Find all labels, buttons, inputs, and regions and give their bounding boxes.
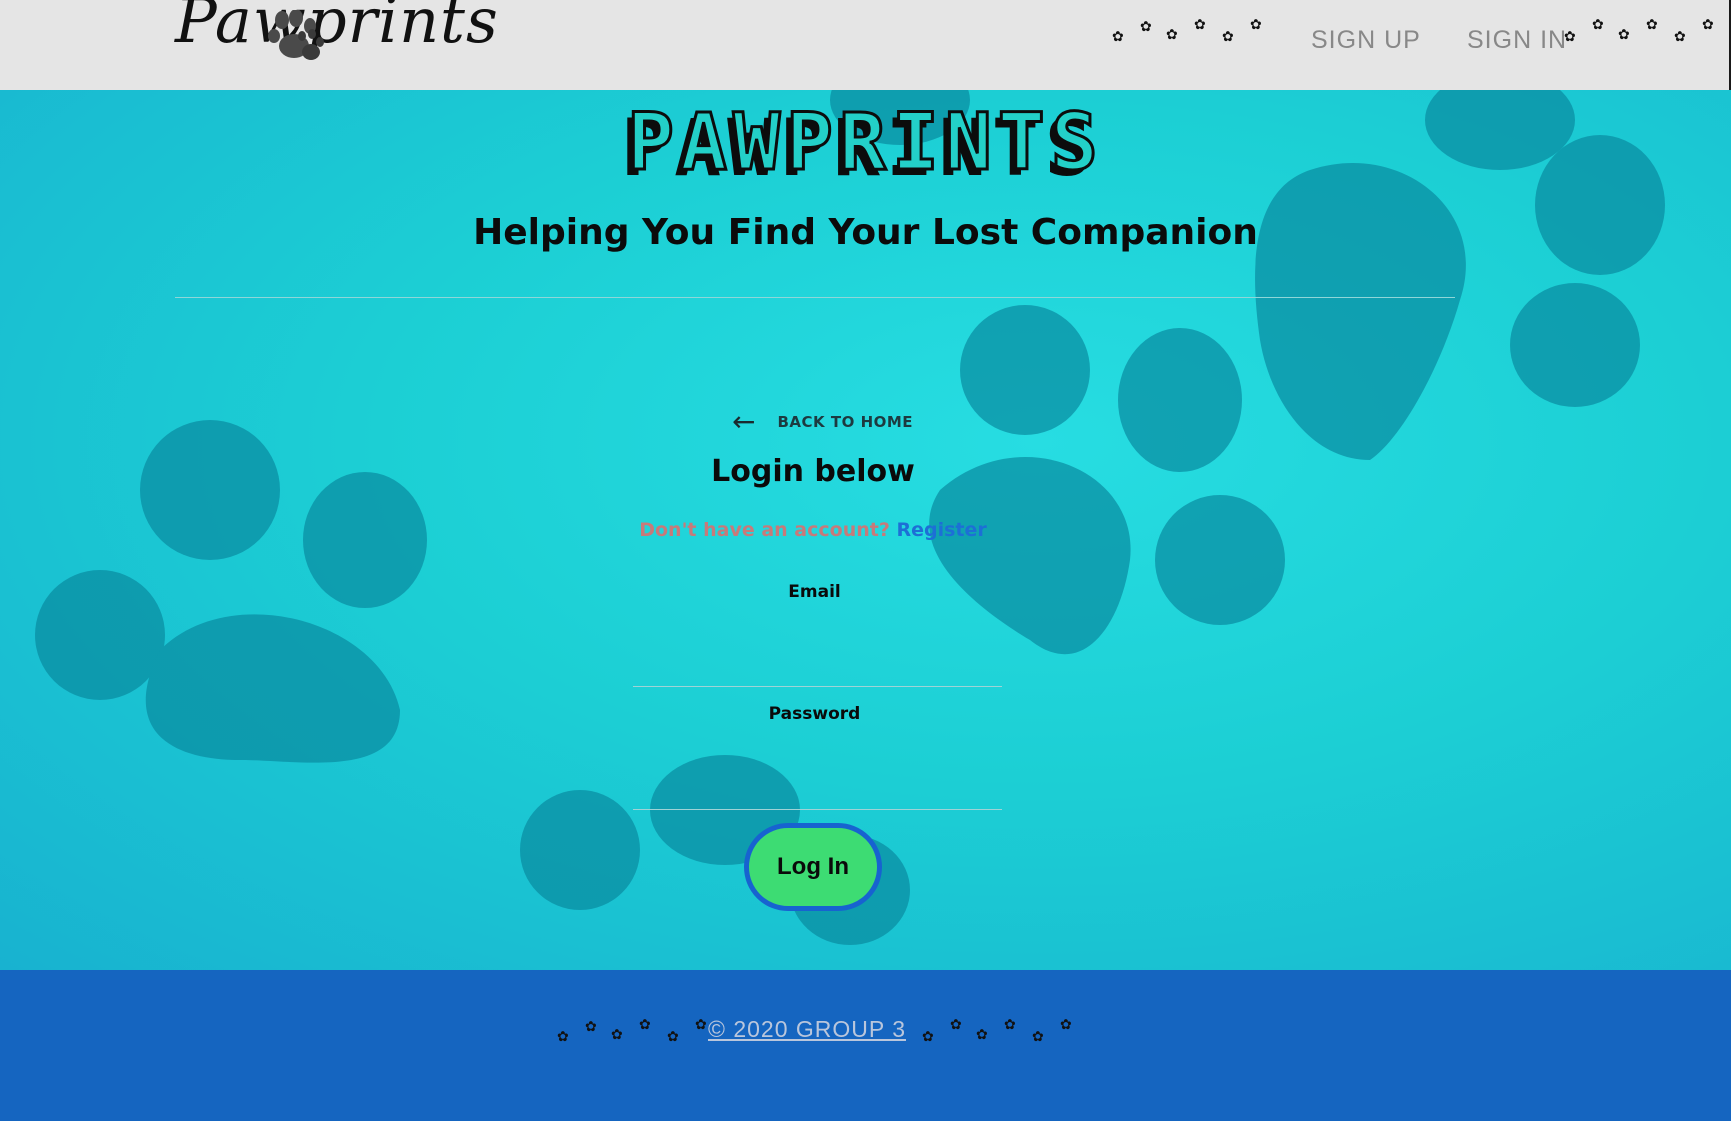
register-link[interactable]: Register <box>896 519 986 541</box>
svg-text:✿: ✿ <box>557 1029 569 1045</box>
svg-text:✿: ✿ <box>1140 19 1152 35</box>
svg-text:✿: ✿ <box>1564 29 1576 45</box>
svg-text:✿: ✿ <box>1250 17 1262 33</box>
password-field[interactable] <box>633 767 1002 810</box>
site-title: PAWPRINTS <box>626 97 1104 190</box>
copyright-link[interactable]: © 2020 GROUP 3 <box>708 1016 906 1043</box>
svg-text:✿: ✿ <box>695 1017 707 1033</box>
paw-trail-right-icon: ✿ ✿ ✿ ✿ ✿ ✿ <box>1564 17 1714 45</box>
svg-text:✿: ✿ <box>1004 1017 1016 1033</box>
svg-text:✿: ✿ <box>639 1017 651 1033</box>
svg-text:✿: ✿ <box>976 1027 988 1043</box>
svg-text:✿: ✿ <box>1222 29 1234 45</box>
tagline: Helping You Find Your Lost Companion <box>473 212 1258 253</box>
sign-up-link[interactable]: SIGN UP <box>1311 26 1421 55</box>
svg-text:✿: ✿ <box>1032 1029 1044 1045</box>
svg-text:✿: ✿ <box>1646 17 1658 33</box>
svg-text:✿: ✿ <box>922 1029 934 1045</box>
divider <box>175 297 1455 298</box>
svg-text:✿: ✿ <box>1674 29 1686 45</box>
svg-text:✿: ✿ <box>1618 27 1630 43</box>
paw-trail-footer-left-icon: ✿ ✿ ✿ ✿ ✿ ✿ <box>557 1017 707 1045</box>
svg-text:✿: ✿ <box>1166 27 1178 43</box>
svg-text:✿: ✿ <box>1592 17 1604 33</box>
email-field[interactable] <box>633 644 1002 687</box>
svg-text:✿: ✿ <box>667 1029 679 1045</box>
site-header: Pawprints ✿ ✿ ✿ ✿ ✿ ✿ SIGN UP SIGN IN ✿ ✿ ✿ ✿ ✿… <box>0 0 1731 90</box>
site-footer <box>0 970 1731 1121</box>
login-title: Login below <box>711 454 915 489</box>
arrow-left-icon: ← <box>732 405 756 438</box>
back-to-home-link[interactable]: ← BACK TO HOME <box>732 408 913 436</box>
svg-text:✿: ✿ <box>611 1027 623 1043</box>
register-prompt-line: Don't have an account? Register <box>0 519 1626 541</box>
email-label: Email <box>788 582 841 602</box>
svg-text:✿: ✿ <box>1060 1017 1072 1033</box>
register-prompt: Don't have an account? <box>639 519 890 541</box>
svg-text:✿: ✿ <box>1194 17 1206 33</box>
paw-icon <box>268 10 324 60</box>
svg-text:✿: ✿ <box>1112 29 1124 45</box>
password-label: Password <box>768 704 861 724</box>
back-to-home-label: BACK TO HOME <box>777 413 914 431</box>
svg-text:✿: ✿ <box>1702 17 1714 33</box>
site-logo[interactable]: Pawprints <box>175 0 499 57</box>
paw-trail-left-icon: ✿ ✿ ✿ ✿ ✿ ✿ <box>1112 17 1262 45</box>
log-in-button[interactable]: Log In <box>744 823 882 911</box>
sign-in-link[interactable]: SIGN IN <box>1467 26 1567 55</box>
svg-text:✿: ✿ <box>950 1017 962 1033</box>
paw-trail-footer-right-icon: ✿ ✿ ✿ ✿ ✿ ✿ <box>922 1017 1072 1045</box>
svg-text:✿: ✿ <box>585 1019 597 1035</box>
